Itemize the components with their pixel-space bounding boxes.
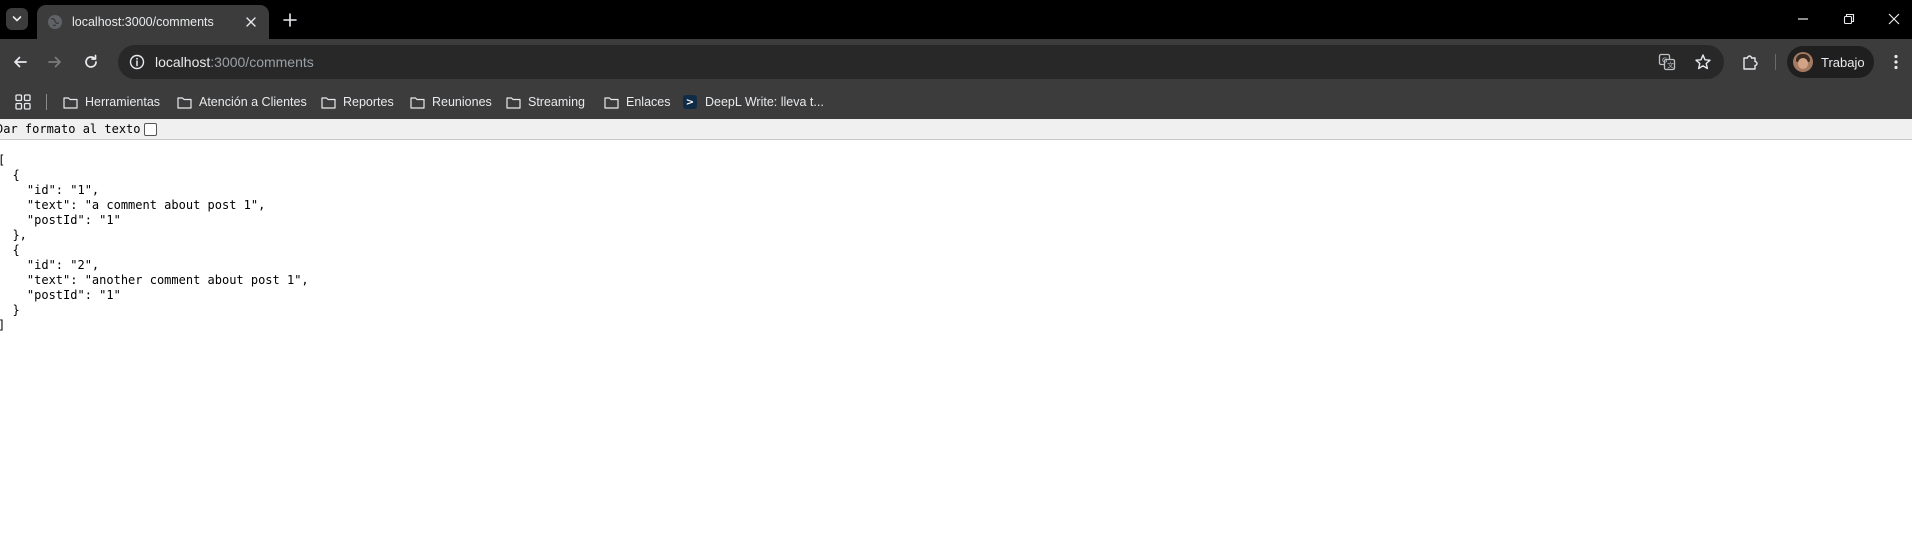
folder-icon — [63, 96, 78, 109]
folder-icon — [604, 96, 619, 109]
back-button[interactable] — [8, 50, 32, 74]
translate-button[interactable]: G 文 — [1658, 53, 1676, 71]
arrow-right-icon — [48, 56, 61, 68]
bookmark-reportes[interactable]: Reportes — [321, 91, 394, 113]
site-info-icon[interactable] — [129, 54, 145, 70]
restore-icon — [1843, 13, 1855, 25]
profile-button[interactable]: Trabajo — [1787, 46, 1874, 78]
reload-icon — [85, 54, 97, 68]
star-icon — [1695, 54, 1711, 70]
folder-icon — [321, 96, 336, 109]
json-format-bar: Dar formato al texto — [0, 119, 1912, 140]
translate-icon: G 文 — [1658, 53, 1676, 71]
plus-icon — [283, 13, 297, 27]
bookmark-label: Enlaces — [626, 95, 671, 109]
folder-icon — [177, 96, 192, 109]
bookmark-streaming[interactable]: Streaming — [506, 91, 585, 113]
bookmark-deepl-write[interactable]: > DeepL Write: lleva t... — [683, 91, 824, 113]
restore-button[interactable] — [1837, 8, 1861, 30]
format-label: Dar formato al texto — [0, 122, 141, 136]
reload-button[interactable] — [79, 50, 103, 74]
page-content: Dar formato al texto [ { "id": "1", "tex… — [0, 119, 1912, 560]
bookmark-enlaces[interactable]: Enlaces — [604, 91, 670, 113]
close-window-button[interactable] — [1882, 8, 1906, 30]
bookmark-label: Reuniones — [432, 95, 492, 109]
extensions-button[interactable] — [1738, 50, 1762, 74]
bookmark-atencion-a-clientes[interactable]: Atención a Clientes — [177, 91, 307, 113]
folder-icon — [506, 96, 521, 109]
address-bar[interactable]: localhost:3000/comments G 文 — [118, 45, 1724, 79]
bookmarks-bar: Herramientas Atención a Clientes Reporte… — [0, 85, 1912, 119]
globe-icon — [48, 15, 62, 29]
avatar — [1793, 52, 1813, 72]
bookmark-label: Reportes — [343, 95, 394, 109]
tab-title: localhost:3000/comments — [72, 15, 214, 29]
bookmark-label: Streaming — [528, 95, 585, 109]
bookmark-reuniones[interactable]: Reuniones — [410, 91, 492, 113]
url-path: :3000/comments — [210, 54, 314, 70]
minimize-icon — [1798, 18, 1808, 20]
minimize-button[interactable] — [1791, 8, 1815, 30]
forward-button[interactable] — [43, 50, 67, 74]
json-body: [ { "id": "1", "text": "a comment about … — [0, 153, 309, 332]
tab-search-button[interactable] — [6, 8, 28, 30]
format-checkbox[interactable] — [143, 122, 157, 136]
active-tab[interactable]: localhost:3000/comments — [37, 5, 269, 39]
url-text: localhost:3000/comments — [155, 54, 314, 70]
arrow-left-icon — [14, 56, 27, 68]
tab-strip: localhost:3000/comments — [0, 0, 1912, 39]
browser-menu-button[interactable] — [1884, 50, 1908, 74]
tab-close-button[interactable] — [243, 14, 259, 30]
svg-text:文: 文 — [1667, 61, 1674, 70]
folder-icon — [410, 96, 425, 109]
bookmark-herramientas[interactable]: Herramientas — [63, 91, 160, 113]
bookmark-label: DeepL Write: lleva t... — [705, 95, 824, 109]
close-icon — [1888, 13, 1900, 25]
url-host: localhost — [155, 54, 211, 70]
profile-name: Trabajo — [1821, 54, 1865, 70]
toolbar-divider — [1775, 54, 1776, 70]
browser-toolbar: localhost:3000/comments G 文 Trabajo — [0, 39, 1912, 85]
deepl-icon: > — [683, 95, 697, 109]
puzzle-icon — [1743, 55, 1758, 70]
new-tab-button[interactable] — [280, 10, 300, 30]
bookmarks-separator — [46, 94, 47, 110]
kebab-menu-icon — [1894, 54, 1898, 70]
bookmark-star-button[interactable] — [1694, 53, 1712, 71]
chevron-down-icon — [12, 16, 22, 22]
apps-grid-icon[interactable] — [15, 94, 31, 110]
close-icon — [246, 17, 256, 27]
bookmark-label: Herramientas — [85, 95, 161, 109]
bookmark-label: Atención a Clientes — [199, 95, 307, 109]
